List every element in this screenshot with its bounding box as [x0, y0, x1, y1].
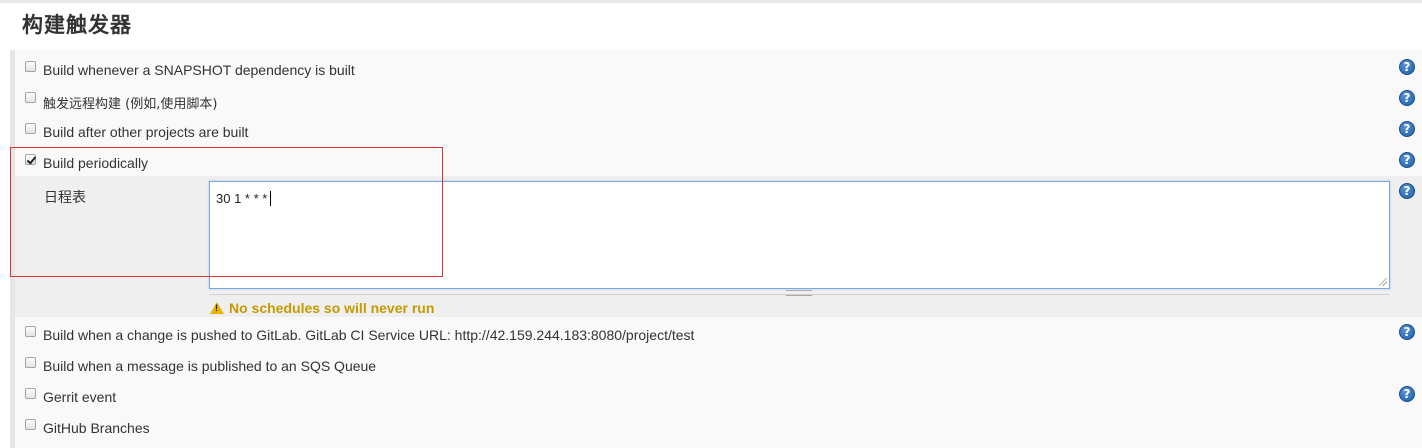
- trigger-gitlab-label[interactable]: Build when a change is pushed to GitLab.…: [43, 327, 694, 343]
- trigger-github-checkbox[interactable]: [25, 419, 36, 430]
- warning-icon: [210, 302, 224, 314]
- text-caret: [270, 191, 272, 206]
- trigger-periodically-label[interactable]: Build periodically: [43, 155, 148, 171]
- schedule-textarea[interactable]: 30 1 * * *: [209, 181, 1390, 289]
- resize-handle[interactable]: [1379, 278, 1387, 286]
- trigger-after-other-checkbox[interactable]: [25, 123, 36, 134]
- trigger-github-label[interactable]: GitHub Branches: [43, 420, 150, 436]
- help-icon[interactable]: ?: [1399, 90, 1415, 106]
- trigger-github-branches[interactable]: GitHub Branches: [22, 410, 1412, 441]
- trigger-gerrit-checkbox[interactable]: [25, 388, 36, 399]
- trigger-snapshot-label[interactable]: Build whenever a SNAPSHOT dependency is …: [43, 62, 355, 78]
- trigger-gerrit-event[interactable]: Gerrit event: [22, 379, 1412, 410]
- trigger-sqs-label[interactable]: Build when a message is published to an …: [43, 358, 376, 374]
- help-icon[interactable]: ?: [1399, 121, 1415, 137]
- help-icon[interactable]: ?: [1399, 59, 1415, 75]
- trigger-sqs-checkbox[interactable]: [25, 357, 36, 368]
- schedule-label: 日程表: [44, 190, 86, 206]
- trigger-remote-checkbox[interactable]: [25, 92, 36, 103]
- schedule-value[interactable]: 30 1 * * *: [216, 191, 272, 206]
- schedule-warning-text: No schedules so will never run: [229, 300, 435, 316]
- schedule-warning: No schedules so will never run: [210, 300, 434, 316]
- textarea-expand-grip[interactable]: [786, 290, 812, 296]
- trigger-remote-label[interactable]: 触发远程构建 (例如,使用脚本): [43, 93, 217, 112]
- help-icon[interactable]: ?: [1399, 386, 1415, 402]
- trigger-build-periodically[interactable]: Build periodically: [22, 145, 1412, 176]
- trigger-periodically-checkbox[interactable]: [25, 154, 36, 165]
- trigger-remote-build[interactable]: 触发远程构建 (例如,使用脚本): [22, 83, 1412, 114]
- trigger-snapshot-checkbox[interactable]: [25, 61, 36, 72]
- trigger-gitlab-checkbox[interactable]: [25, 326, 36, 337]
- trigger-snapshot-dependency[interactable]: Build whenever a SNAPSHOT dependency is …: [22, 52, 1412, 83]
- help-icon[interactable]: ?: [1399, 183, 1415, 199]
- trigger-after-other-projects[interactable]: Build after other projects are built: [22, 114, 1412, 145]
- trigger-gitlab-push[interactable]: Build when a change is pushed to GitLab.…: [22, 317, 1412, 348]
- trigger-after-other-label[interactable]: Build after other projects are built: [43, 124, 248, 140]
- top-divider: [0, 0, 1422, 3]
- section-title: 构建触发器: [22, 13, 132, 37]
- trigger-gerrit-label[interactable]: Gerrit event: [43, 389, 116, 405]
- help-icon[interactable]: ?: [1399, 324, 1415, 340]
- trigger-sqs-queue[interactable]: Build when a message is published to an …: [22, 348, 1412, 379]
- help-icon[interactable]: ?: [1399, 152, 1415, 168]
